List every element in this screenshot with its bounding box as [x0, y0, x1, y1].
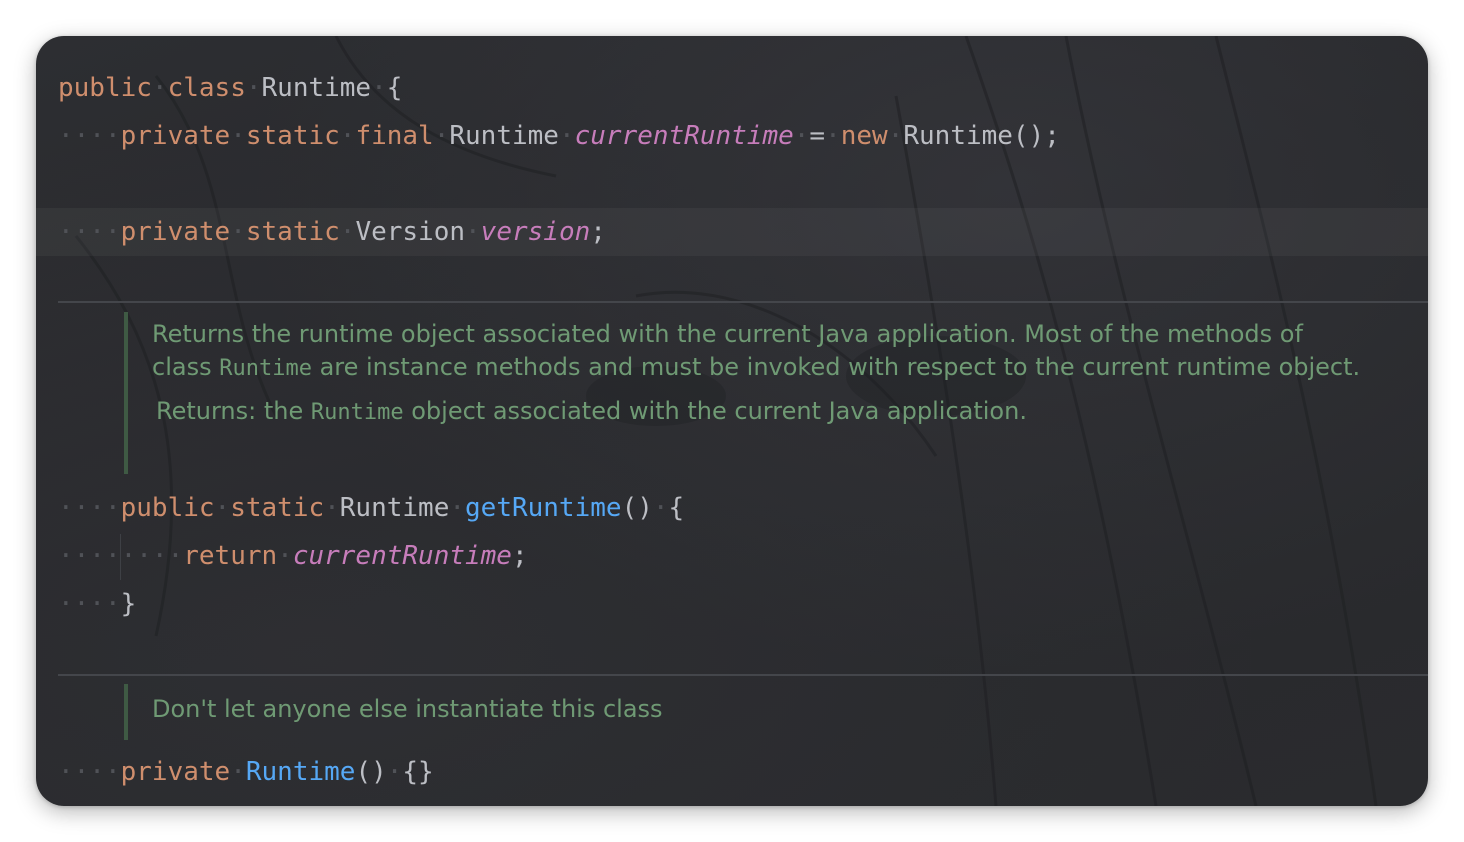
doc-inline-code: Runtime: [219, 356, 312, 381]
doc-inline-code: Runtime: [310, 400, 404, 425]
keyword-public: public: [120, 493, 215, 523]
code-line-version-field[interactable]: ····private·static·Version·version;: [58, 208, 606, 256]
field-name-version: version: [480, 217, 591, 247]
space-dot: ·: [371, 73, 387, 103]
keyword-new: new: [840, 121, 888, 151]
code-line-get-runtime-method[interactable]: ····public·static·Runtime·getRuntime()·{: [58, 484, 684, 532]
code-line-class-declaration[interactable]: public·class·Runtime·{: [58, 64, 402, 112]
code-line-return-statement[interactable]: ········return·currentRuntime;: [58, 532, 528, 580]
field-name-current-runtime: currentRuntime: [292, 541, 512, 571]
javadoc-get-runtime[interactable]: Returns the runtime object associated wi…: [124, 312, 1370, 474]
empty-body: {}: [402, 757, 434, 787]
constructor-call: Runtime();: [903, 121, 1060, 151]
doc-separator: [58, 674, 1428, 676]
code-editor-window: public·class·Runtime·{ ····private·stati…: [36, 36, 1428, 806]
space-dot: ·: [558, 121, 575, 151]
space-dot: ·: [339, 121, 356, 151]
type-name: Version: [355, 217, 466, 247]
keyword-private: private: [120, 217, 231, 247]
parens: (): [621, 493, 653, 523]
keyword-static: static: [245, 217, 340, 247]
indent-dots: ····: [58, 217, 121, 247]
javadoc-returns: Returns: the Runtime object associated w…: [156, 395, 1370, 429]
doc-separator: [58, 301, 1428, 303]
class-name: Runtime: [261, 73, 372, 103]
space-dot: ·: [230, 757, 246, 787]
indent-dots: ····: [58, 493, 121, 523]
space-dot: ·: [339, 217, 356, 247]
keyword-static: static: [245, 121, 340, 151]
indent-dots: ····: [58, 757, 121, 787]
keyword-static: static: [230, 493, 325, 523]
doc-text: object associated with the current Java …: [403, 397, 1027, 425]
space-dot: ·: [277, 541, 293, 571]
keyword-public: public: [58, 73, 152, 103]
keyword-private: private: [120, 121, 231, 151]
semicolon: ;: [590, 217, 606, 247]
space-dot: ·: [151, 73, 168, 103]
javadoc-description: Returns the runtime object associated wi…: [152, 312, 1370, 385]
space-dot: ·: [230, 121, 246, 151]
keyword-return: return: [183, 541, 278, 571]
space-dot: ·: [652, 493, 669, 523]
assign-operator: =: [809, 121, 826, 151]
parens: (): [355, 757, 387, 787]
indent-dots: ····: [58, 589, 121, 619]
indent-dots: ····: [58, 121, 121, 151]
return-type: Runtime: [339, 493, 450, 523]
space-dot: ·: [214, 493, 231, 523]
doc-returns-label: Returns:: [156, 397, 257, 425]
space-dot: ·: [324, 493, 340, 523]
space-dot: ·: [825, 121, 841, 151]
close-brace: }: [120, 589, 137, 619]
code-line-current-runtime-field[interactable]: ····private·static·final·Runtime·current…: [58, 112, 1060, 160]
keyword-final: final: [355, 121, 434, 151]
constructor-name: Runtime: [245, 757, 356, 787]
space-dot: ·: [793, 121, 810, 151]
space-dot: ·: [449, 493, 466, 523]
keyword-class: class: [167, 73, 246, 103]
space-dot: ·: [245, 73, 262, 103]
code-line-close-brace[interactable]: ····}: [58, 580, 136, 628]
method-name-get-runtime: getRuntime: [465, 493, 622, 523]
doc-text: the: [256, 397, 311, 425]
code-line-private-constructor[interactable]: ····private·Runtime()·{}: [58, 748, 434, 796]
space-dot: ·: [386, 757, 403, 787]
space-dot: ·: [887, 121, 904, 151]
javadoc-description: Don't let anyone else instantiate this c…: [152, 695, 663, 723]
semicolon: ;: [511, 541, 528, 571]
space-dot: ·: [465, 217, 481, 247]
open-brace: {: [386, 73, 403, 103]
doc-text: are instance methods and must be invoked…: [311, 353, 1361, 381]
javadoc-constructor[interactable]: Don't let anyone else instantiate this c…: [124, 684, 1370, 740]
keyword-private: private: [120, 757, 231, 787]
indent-dots: ········: [58, 541, 184, 571]
space-dot: ·: [433, 121, 450, 151]
type-name: Runtime: [449, 121, 559, 151]
space-dot: ·: [230, 217, 246, 247]
open-brace: {: [668, 493, 685, 523]
field-name-current-runtime: currentRuntime: [574, 121, 794, 151]
